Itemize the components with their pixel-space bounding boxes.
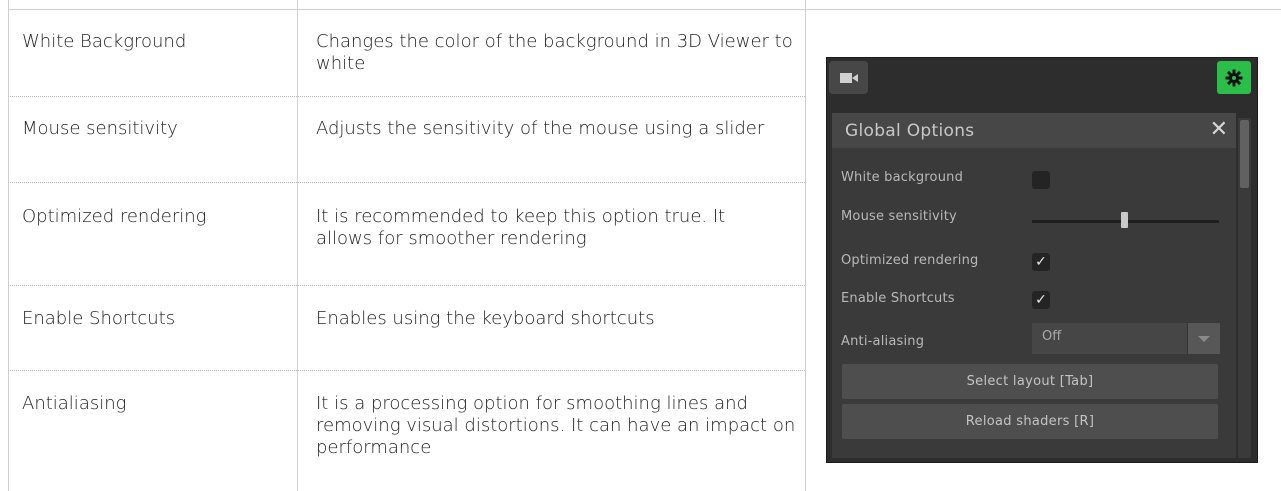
gear-icon [1225, 69, 1243, 86]
options-title: Global Options [845, 121, 975, 141]
table-row-description: Enables using the keyboard shortcuts [316, 308, 655, 329]
table-col-divider-2 [805, 0, 806, 491]
slider-thumb[interactable] [1121, 212, 1128, 228]
table-row-option: Mouse sensitivity [22, 118, 178, 139]
table-row-description: Changes the color of the background in 3… [316, 31, 793, 74]
row-divider [8, 182, 805, 183]
row-divider [8, 370, 805, 371]
white-background-checkbox[interactable] [1032, 171, 1050, 189]
table-border-left [8, 0, 9, 491]
label-optimized-rendering: Optimized rendering [841, 253, 979, 268]
row-divider [8, 285, 805, 286]
reload-shaders-button[interactable]: Reload shaders [R] [842, 404, 1218, 439]
anti-aliasing-select[interactable]: Off [1032, 323, 1220, 354]
anti-aliasing-value: Off [1042, 329, 1062, 344]
label-anti-aliasing: Anti-aliasing [841, 334, 925, 349]
table-row-option: Enable Shortcuts [22, 308, 176, 329]
table-border-top [8, 9, 1281, 10]
enable-shortcuts-checkbox[interactable]: ✓ [1032, 291, 1050, 309]
table-row-option: White Background [22, 31, 187, 52]
optimized-rendering-checkbox[interactable]: ✓ [1032, 253, 1050, 271]
table-row-option: Optimized rendering [22, 206, 207, 227]
options-title-bar: Global Options ✕ [832, 113, 1236, 148]
dropdown-toggle[interactable] [1187, 323, 1220, 354]
chevron-down-icon [1198, 336, 1210, 342]
camera-button[interactable] [829, 61, 868, 94]
table-row-description: It is a processing option for smoothing … [316, 393, 796, 458]
table-col-divider [297, 0, 298, 491]
camera-icon [839, 72, 858, 83]
row-divider [8, 96, 805, 97]
settings-button[interactable] [1217, 61, 1251, 94]
label-mouse-sensitivity: Mouse sensitivity [841, 209, 957, 224]
scrollbar-thumb[interactable] [1240, 120, 1249, 188]
table-row-option: Antialiasing [22, 393, 127, 414]
label-white-background: White background [841, 170, 964, 185]
label-enable-shortcuts: Enable Shortcuts [841, 291, 955, 306]
close-icon[interactable]: ✕ [1210, 118, 1228, 142]
options-scrollbar[interactable] [1238, 118, 1251, 458]
table-row-description: It is recommended to keep this option tr… [316, 206, 726, 249]
table-row-description: Adjusts the sensitivity of the mouse usi… [316, 118, 765, 139]
select-layout-button[interactable]: Select layout [Tab] [842, 364, 1218, 399]
options-panel-screenshot: Global Options ✕ White background Mouse … [826, 57, 1258, 463]
